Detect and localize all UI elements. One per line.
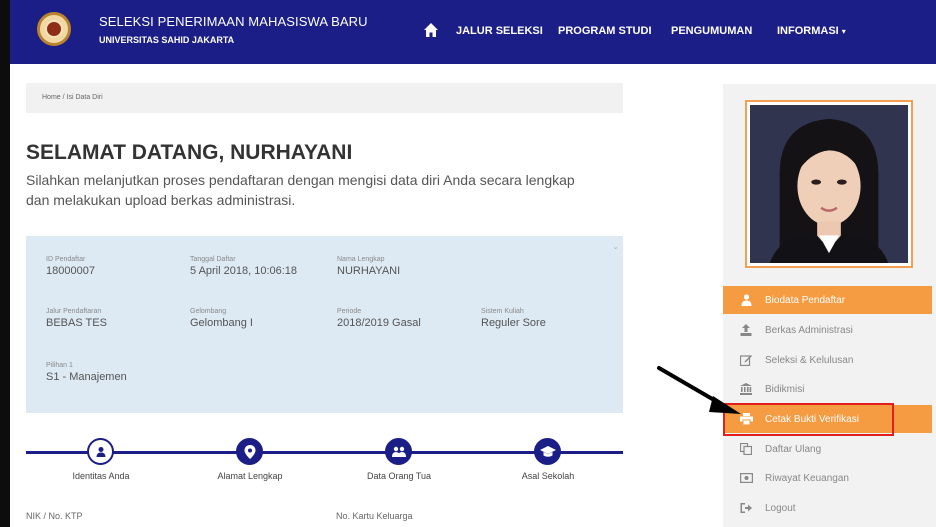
field-gelombang: Gelombang Gelombang I [190,308,253,329]
field-id-pendaftar: ID Pendaftar 18000007 [46,256,95,277]
nik-label: NIK / No. KTP [26,511,83,521]
field-label: Sistem Kuliah [481,308,524,315]
step-asal-sekolah[interactable] [534,438,561,465]
field-value: 5 April 2018, 10:06:18 [190,265,298,277]
money-icon [739,471,753,485]
field-label: Pilihan 1 [46,362,73,369]
user-icon [739,293,753,307]
field-pilihan-1: Pilihan 1 S1 - Manajemen [46,362,127,383]
step-orang-tua[interactable] [385,438,412,465]
registration-info-panel: ⌄ ID Pendaftar 18000007 Tanggal Daftar 5… [26,236,623,413]
step-label-alamat: Alamat Lengkap [217,471,283,481]
field-label: ID Pendaftar [46,256,86,263]
field-label: Jalur Pendaftaran [46,308,102,315]
field-value: BEBAS TES [46,317,107,329]
step-alamat[interactable] [236,438,263,465]
logout-icon [739,501,753,515]
step-label-orang-tua: Data Orang Tua [366,471,432,481]
menu-seleksi-kelulusan[interactable]: Seleksi & Kelulusan [723,346,932,374]
map-marker-icon [244,444,255,459]
menu-label: Riwayat Keuangan [765,472,849,484]
menu-berkas-administrasi[interactable]: Berkas Administrasi [723,316,932,344]
arrow-annotation-icon [657,366,741,414]
profile-photo [745,100,913,268]
field-value: S1 - Manajemen [46,371,127,383]
field-label: Gelombang [190,308,227,315]
menu-riwayat-keuangan[interactable]: Riwayat Keuangan [723,464,932,492]
home-icon[interactable] [423,22,439,38]
field-label: Tanggal Daftar [190,256,236,263]
menu-label: Seleksi & Kelulusan [765,354,854,366]
field-value: 18000007 [46,265,95,277]
chevron-down-icon[interactable]: ⌄ [612,242,619,251]
nav-pengumuman[interactable]: PENGUMUMAN [671,25,752,37]
menu-label: Berkas Administrasi [765,324,853,336]
upload-icon [739,323,753,337]
user-icon [96,446,105,457]
field-value: Gelombang I [190,317,253,329]
menu-logout[interactable]: Logout [723,494,932,522]
window-frame-edge [0,0,10,527]
field-value: 2018/2019 Gasal [337,317,421,329]
menu-label: Bidikmisi [765,383,805,395]
site-title[interactable]: SELEKSI PENERIMAAN MAHASISWA BARU [99,14,368,29]
menu-biodata-pendaftar[interactable]: Biodata Pendaftar [723,286,932,314]
field-nama-lengkap: Nama Lengkap NURHAYANI [337,256,400,277]
nav-informasi-label: INFORMASI [777,25,839,37]
field-value: Reguler Sore [481,317,546,329]
menu-label: Logout [765,502,796,514]
graduation-cap-icon [539,445,556,457]
field-periode: Periode 2018/2019 Gasal [337,308,421,329]
step-identitas[interactable] [87,438,114,465]
nav-jalur-seleksi[interactable]: JALUR SELEKSI [456,25,543,37]
page-title: SELAMAT DATANG, NURHAYANI [26,141,353,164]
field-sistem-kuliah: Sistem Kuliah Reguler Sore [481,308,546,329]
menu-bidikmisi[interactable]: Bidikmisi [723,375,932,403]
intro-text: Silahkan melanjutkan proses pendaftaran … [26,172,575,208]
menu-label: Biodata Pendaftar [765,294,846,306]
top-navbar: SELEKSI PENERIMAAN MAHASISWA BARU UNIVER… [10,0,936,64]
university-logo[interactable] [37,12,71,46]
step-label-identitas: Identitas Anda [72,471,130,481]
field-tanggal-daftar: Tanggal Daftar 5 April 2018, 10:06:18 [190,256,297,277]
field-label: Periode [337,308,362,315]
highlight-box-annotation [723,403,894,436]
menu-daftar-ulang[interactable]: Daftar Ulang [723,435,932,463]
nav-program-studi[interactable]: PROGRAM STUDI [558,25,652,37]
breadcrumb[interactable]: Home / Isi Data Diri [26,83,623,113]
copy-icon [739,442,753,456]
field-jalur-pendaftaran: Jalur Pendaftaran BEBAS TES [46,308,107,329]
caret-down-icon: ▾ [841,27,846,36]
step-label-asal-sekolah: Asal Sekolah [521,471,575,481]
kk-label: No. Kartu Keluarga [336,511,413,521]
site-subtitle: UNIVERSITAS SAHID JAKARTA [99,35,235,45]
nav-informasi[interactable]: INFORMASI ▾ [777,25,846,37]
users-icon [391,446,406,457]
field-value: NURHAYANI [337,265,401,277]
field-label: Nama Lengkap [337,256,385,263]
menu-label: Daftar Ulang [765,443,822,455]
